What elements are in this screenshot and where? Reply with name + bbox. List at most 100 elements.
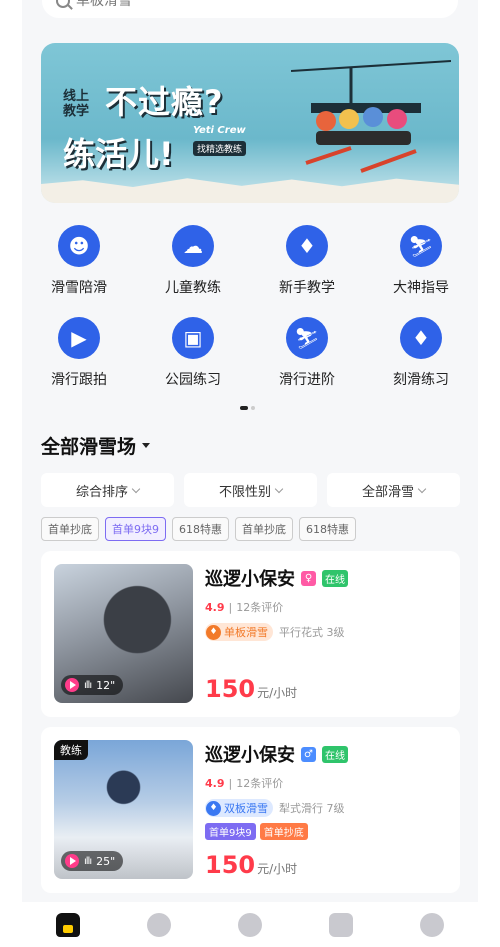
search-icon <box>56 0 70 8</box>
bottom-tab-bar <box>22 902 478 947</box>
banner-brand: Yeti Crew <box>193 125 246 136</box>
category-item[interactable]: ⛷ 大神指导 <box>364 225 478 297</box>
coach-photo[interactable]: ıllı 12" <box>54 564 193 703</box>
carving-icon: ♦ <box>400 317 442 359</box>
price-unit: 元/小时 <box>257 686 298 700</box>
category-item[interactable]: ♦ 新手教学 <box>250 225 364 297</box>
skill-label: 双板滑雪 <box>224 802 268 815</box>
price-unit: 元/小时 <box>257 862 298 876</box>
child-icon: ☁ <box>172 225 214 267</box>
chevron-down-icon <box>274 484 284 493</box>
video-duration: 12" <box>96 678 116 692</box>
tag-chip-selected[interactable]: 首单9块9 <box>105 517 166 541</box>
coach-photo[interactable]: 教练 ıllı 25" <box>54 740 193 879</box>
coach-info: 巡逻小保安 ♂ 在线 4.9 | 12条评价 ♦ 双板滑雪 犁式滑行 7级 首单… <box>205 741 450 840</box>
price: 150 元/小时 <box>205 851 297 879</box>
category-label: 滑雪陪滑 <box>51 280 107 296</box>
compass-icon <box>237 912 262 937</box>
video-preview[interactable]: ıllı 25" <box>61 851 124 871</box>
skill-badge: ♦ 双板滑雪 <box>205 799 273 817</box>
banner-headline: 不过瘾? <box>105 83 224 121</box>
banner-small-label: 线上教学 <box>63 89 90 119</box>
audio-wave-icon: ıllı <box>84 679 92 691</box>
home-icon <box>55 912 80 937</box>
chevron-down-icon <box>417 484 427 493</box>
price-value: 150 <box>205 851 256 879</box>
promo-badge: 首单抄底 <box>259 823 308 840</box>
category-label: 大神指导 <box>393 280 449 296</box>
female-icon: ♀ <box>301 570 316 586</box>
tab-profile[interactable] <box>419 912 445 938</box>
park-icon: ▣ <box>172 317 214 359</box>
divider: | <box>228 600 233 614</box>
sort-filter[interactable]: 综合排序 <box>41 473 174 507</box>
advanced-skier-icon: ⛷ <box>286 317 328 359</box>
camera-icon: ▶ <box>58 317 100 359</box>
category-item[interactable]: ☁ 儿童教练 <box>136 225 250 297</box>
ski-type-filter[interactable]: 全部滑雪 <box>327 473 460 507</box>
resort-selector[interactable]: 全部滑雪场 <box>41 432 151 459</box>
planet-icon <box>146 912 171 937</box>
category-item[interactable]: ▶ 滑行跟拍 <box>22 317 136 389</box>
category-label: 公园练习 <box>165 372 221 388</box>
tab-messages[interactable] <box>328 912 354 938</box>
promo-badge: 首单9块9 <box>205 823 256 840</box>
snowboard-icon: ♦ <box>206 624 221 640</box>
coach-card[interactable]: ıllı 12" 巡逻小保安 ♀ 在线 4.9 | 12条评价 ♦ 单板滑雪 平… <box>41 551 460 717</box>
divider: | <box>228 776 233 790</box>
skill-detail: 平行花式 3级 <box>279 626 345 639</box>
category-grid: ☻ 滑雪陪滑 ☁ 儿童教练 ♦ 新手教学 ⛷ 大神指导 ▶ 滑行跟拍 ▣ 公园练… <box>22 225 478 389</box>
play-icon <box>65 854 79 868</box>
tab-explore[interactable] <box>237 912 263 938</box>
online-badge: 在线 <box>322 745 348 763</box>
skill-label: 单板滑雪 <box>224 626 268 639</box>
filter-label: 综合排序 <box>75 484 128 500</box>
category-label: 滑行跟拍 <box>51 372 107 388</box>
rating-score: 4.9 <box>205 600 225 614</box>
price: 150 元/小时 <box>205 675 297 703</box>
page-indicator <box>240 406 255 410</box>
review-count: 12条评价 <box>236 777 284 790</box>
skill-detail: 犁式滑行 7级 <box>279 802 345 815</box>
tag-chip[interactable]: 首单抄底 <box>41 517 99 541</box>
section-title: 全部滑雪场 <box>41 436 137 458</box>
gender-filter[interactable]: 不限性别 <box>184 473 317 507</box>
category-label: 新手教学 <box>279 280 335 296</box>
coach-badge: 教练 <box>54 740 88 760</box>
category-item[interactable]: ☻ 滑雪陪滑 <box>22 225 136 297</box>
chevron-down-icon <box>131 484 141 493</box>
message-icon <box>329 912 354 937</box>
tag-chip[interactable]: 首单抄底 <box>235 517 293 541</box>
video-duration: 25" <box>96 854 116 868</box>
tab-discover[interactable] <box>146 912 172 938</box>
caret-down-icon <box>142 443 151 448</box>
category-label: 儿童教练 <box>165 280 221 296</box>
search-input[interactable] <box>76 0 376 9</box>
tag-chip[interactable]: 618特惠 <box>172 517 229 541</box>
category-item[interactable]: ▣ 公园练习 <box>136 317 250 389</box>
online-badge: 在线 <box>322 569 348 587</box>
audio-wave-icon: ıllı <box>84 855 92 867</box>
promo-banner[interactable]: 线上教学 不过瘾? 练活儿! Yeti Crew 找精选教练 <box>41 43 459 203</box>
coach-name: 巡逻小保安 <box>205 569 295 590</box>
app-screen: 线上教学 不过瘾? 练活儿! Yeti Crew 找精选教练 ☻ 滑雪陪滑 ☁ … <box>22 0 478 947</box>
video-preview[interactable]: ıllı 12" <box>61 675 124 695</box>
coach-info: 巡逻小保安 ♀ 在线 4.9 | 12条评价 ♦ 单板滑雪 平行花式 3级 <box>205 565 450 641</box>
banner-coach-tag: 找精选教练 <box>193 141 247 156</box>
profile-icon <box>420 912 445 937</box>
category-item[interactable]: ⛷ 滑行进阶 <box>250 317 364 389</box>
search-bar[interactable] <box>42 0 458 18</box>
ski-icon: ♦ <box>206 800 221 816</box>
banner-subline: 练活儿! <box>63 135 174 173</box>
tab-home[interactable] <box>55 912 81 938</box>
male-icon: ♂ <box>301 746 316 762</box>
tag-chip[interactable]: 618特惠 <box>299 517 356 541</box>
coach-card[interactable]: 教练 ıllı 25" 巡逻小保安 ♂ 在线 4.9 | 12条评价 ♦ 双板滑… <box>41 727 460 893</box>
play-icon <box>65 678 79 692</box>
category-item[interactable]: ♦ 刻滑练习 <box>364 317 478 389</box>
filter-label: 全部滑雪 <box>361 484 414 500</box>
beginner-icon: ♦ <box>286 225 328 267</box>
avatar-icon: ☻ <box>58 225 100 267</box>
chairlift-illustration <box>291 60 451 173</box>
filter-bar: 综合排序 不限性别 全部滑雪 <box>41 473 460 507</box>
